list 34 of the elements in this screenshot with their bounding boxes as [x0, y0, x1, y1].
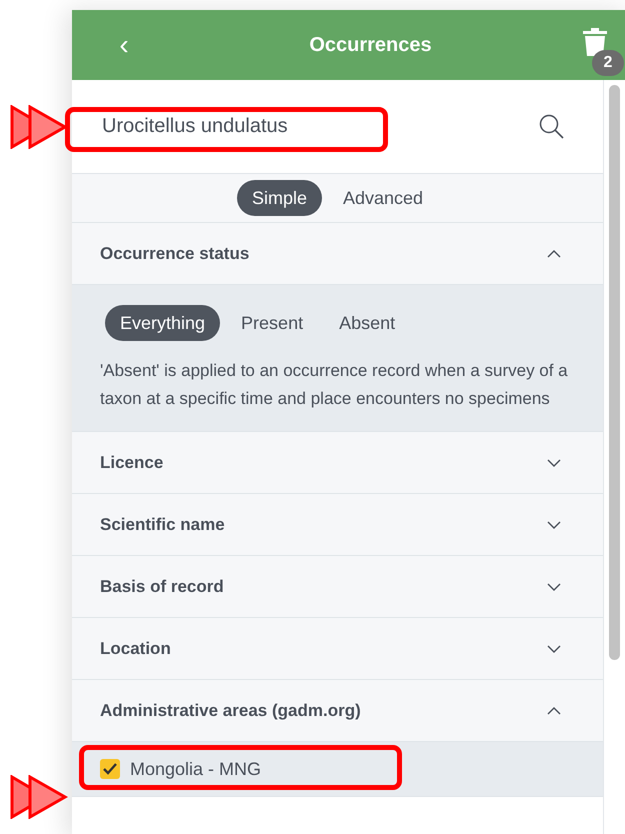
- search-field[interactable]: Urocitellus undulatus: [100, 114, 539, 139]
- checkbox-label: Mongolia - MNG: [130, 758, 262, 780]
- section-title: Scientific name: [100, 514, 225, 534]
- section-title: Administrative areas (gadm.org): [100, 700, 361, 720]
- section-header[interactable]: Scientific name: [72, 494, 603, 556]
- chevron-down-icon: [547, 520, 561, 528]
- chevron-up-icon: [547, 250, 561, 258]
- status-option[interactable]: Absent: [324, 305, 410, 341]
- checkbox[interactable]: [100, 759, 120, 779]
- section-header[interactable]: Licence: [72, 432, 603, 494]
- trash-icon[interactable]: [583, 28, 607, 56]
- page-title: Occurrences: [308, 34, 433, 56]
- chevron-up-icon: [547, 706, 561, 714]
- section-title: Basis of record: [100, 576, 224, 596]
- section-header[interactable]: Occurrence status: [72, 223, 603, 285]
- section-title: Location: [100, 638, 171, 658]
- status-option[interactable]: Everything: [105, 305, 220, 341]
- search-icon[interactable]: [539, 114, 565, 140]
- chevron-down-icon: [547, 582, 561, 590]
- chevron-down-icon: [547, 458, 561, 466]
- section-title: Occurrence status: [100, 244, 250, 264]
- count-badge: 2: [592, 50, 624, 76]
- mode-tab[interactable]: Advanced: [328, 180, 438, 216]
- section-header[interactable]: Basis of record: [72, 556, 603, 618]
- mode-tab[interactable]: Simple: [236, 180, 322, 216]
- status-option[interactable]: Present: [226, 305, 318, 341]
- arrow-marker-icon: [10, 105, 68, 149]
- status-note: 'Absent' is applied to an occurrence record when a survey of a taxon at a specific time and place encounters no specimens: [100, 360, 569, 410]
- section-header[interactable]: Administrative areas (gadm.org): [72, 680, 603, 742]
- arrow-marker-icon: [10, 775, 68, 819]
- section-title: Licence: [100, 452, 164, 472]
- chevron-down-icon: [547, 644, 561, 652]
- section-header[interactable]: Location: [72, 618, 603, 680]
- scrollbar-thumb[interactable]: [608, 85, 620, 660]
